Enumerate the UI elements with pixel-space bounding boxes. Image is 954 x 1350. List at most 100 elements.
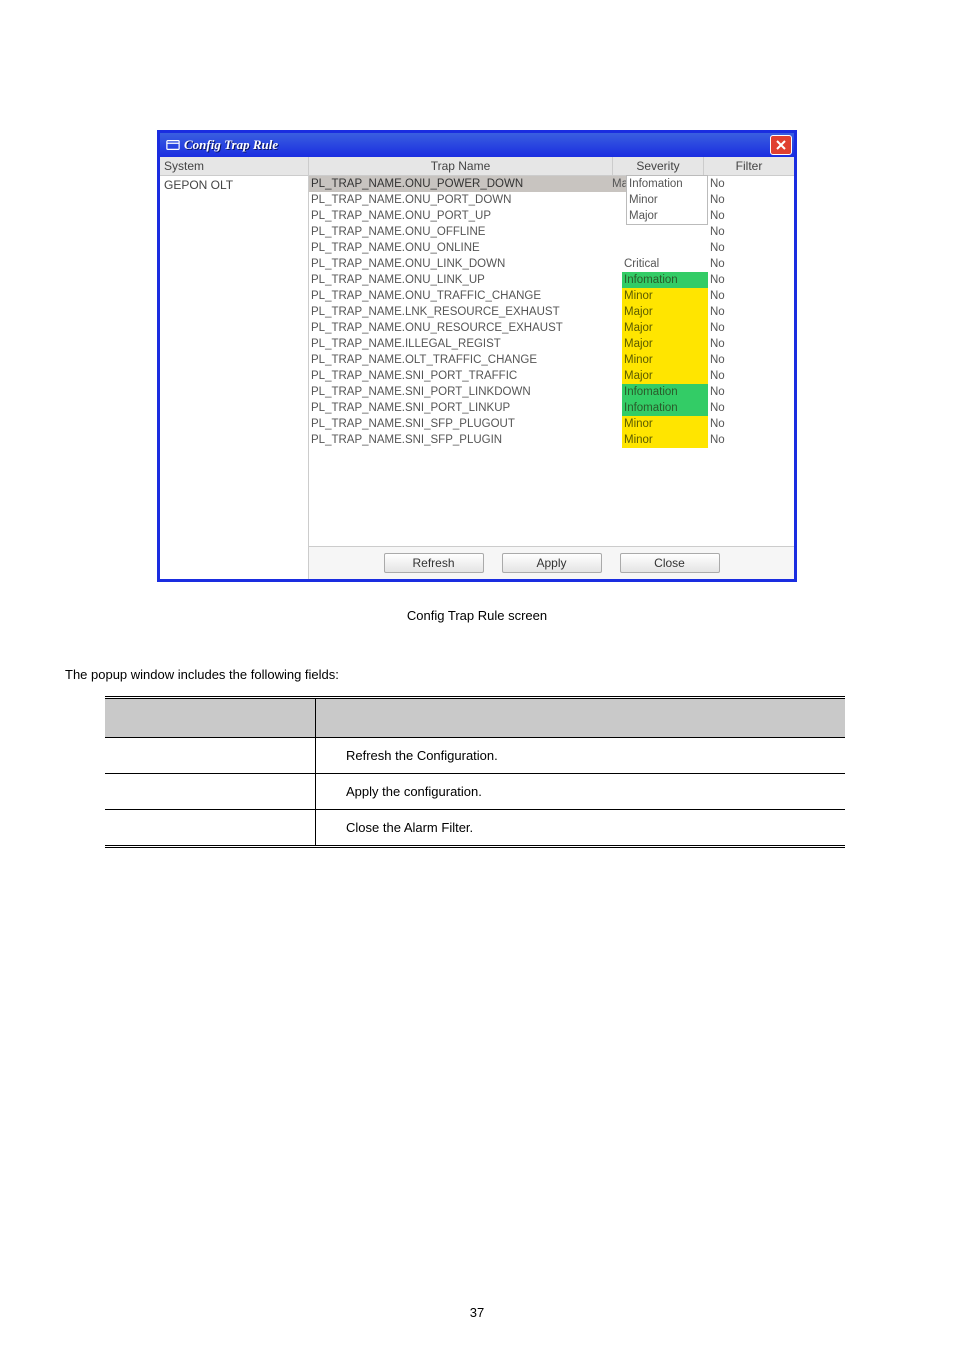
cell-severity: Minor <box>622 288 708 304</box>
cell-severity <box>622 240 708 256</box>
table-row[interactable]: PL_TRAP_NAME.ONU_RESOURCE_EXHAUSTMajorNo <box>309 320 794 336</box>
dialog-title: Config Trap Rule <box>184 137 278 153</box>
severity-callout[interactable]: InfomationMinorMajor <box>626 175 708 225</box>
titlebar[interactable]: Config Trap Rule <box>160 133 794 157</box>
apply-button[interactable]: Apply <box>502 553 602 573</box>
desc-description: Apply the configuration. <box>316 774 846 810</box>
cell-filter: No <box>708 304 794 320</box>
cell-filter: No <box>708 224 794 240</box>
cell-trap-name: PL_TRAP_NAME.ONU_ONLINE <box>309 240 622 256</box>
table-row[interactable]: PL_TRAP_NAME.ONU_PORT_UP No <box>309 208 794 224</box>
desc-row: Apply the configuration. <box>105 774 845 810</box>
cell-filter: No <box>708 288 794 304</box>
cell-filter: No <box>708 400 794 416</box>
cell-filter: No <box>708 384 794 400</box>
cell-trap-name: PL_TRAP_NAME.SNI_SFP_PLUGIN <box>309 432 622 448</box>
cell-trap-name: PL_TRAP_NAME.SNI_PORT_LINKDOWN <box>309 384 622 400</box>
cell-trap-name: PL_TRAP_NAME.ONU_LINK_UP <box>309 272 622 288</box>
desc-header-object <box>105 698 316 738</box>
table-header: Trap Name Severity Filter <box>309 157 794 176</box>
cell-filter: No <box>708 272 794 288</box>
figure-caption: Config Trap Rule screen <box>65 608 889 623</box>
cell-trap-name: PL_TRAP_NAME.ONU_OFFLINE <box>309 224 622 240</box>
cell-severity <box>622 224 708 240</box>
cell-severity: Major <box>622 336 708 352</box>
cell-filter: No <box>708 416 794 432</box>
cell-trap-name: PL_TRAP_NAME.ONU_LINK_DOWN <box>309 256 622 272</box>
table-row[interactable]: PL_TRAP_NAME.SNI_SFP_PLUGOUTMinorNo <box>309 416 794 432</box>
cell-filter: No <box>708 320 794 336</box>
cell-trap-name: PL_TRAP_NAME.LNK_RESOURCE_EXHAUST <box>309 304 622 320</box>
cell-trap-name: PL_TRAP_NAME.ONU_RESOURCE_EXHAUST <box>309 320 622 336</box>
cell-trap-name: PL_TRAP_NAME.ONU_PORT_UP <box>309 208 622 224</box>
desc-description: Refresh the Configuration. <box>316 738 846 774</box>
page-number: 37 <box>0 1305 954 1320</box>
close-button[interactable]: Close <box>620 553 720 573</box>
table-row[interactable]: PL_TRAP_NAME.ILLEGAL_REGISTMajorNo <box>309 336 794 352</box>
col-header-filter: Filter <box>703 157 794 175</box>
cell-severity: Minor <box>622 416 708 432</box>
table-row[interactable]: PL_TRAP_NAME.ONU_TRAFFIC_CHANGEMinorNo <box>309 288 794 304</box>
table-row[interactable]: PL_TRAP_NAME.OLT_TRAFFIC_CHANGEMinorNo <box>309 352 794 368</box>
cell-filter: No <box>708 256 794 272</box>
cell-trap-name: PL_TRAP_NAME.ILLEGAL_REGIST <box>309 336 622 352</box>
cell-severity: Major <box>622 304 708 320</box>
window-icon <box>166 138 180 152</box>
cell-severity: Minor <box>622 432 708 448</box>
severity-callout-item[interactable]: Infomation <box>627 176 707 192</box>
description-table: Refresh the Configuration.Apply the conf… <box>105 696 845 848</box>
table-row[interactable]: PL_TRAP_NAME.SNI_PORT_TRAFFICMajorNo <box>309 368 794 384</box>
cell-severity: Infomation <box>622 384 708 400</box>
table-row[interactable]: PL_TRAP_NAME.ONU_PORT_DOWN No <box>309 192 794 208</box>
cell-severity: Infomation <box>622 400 708 416</box>
cell-severity: Minor <box>622 352 708 368</box>
cell-filter: No <box>708 432 794 448</box>
desc-object <box>105 810 316 847</box>
config-trap-rule-dialog: Config Trap Rule System GEPON OLT Trap N… <box>157 130 797 582</box>
desc-row: Refresh the Configuration. <box>105 738 845 774</box>
table-row[interactable]: PL_TRAP_NAME.ONU_POWER_DOWNMajorNo <box>309 176 794 192</box>
table-row[interactable]: PL_TRAP_NAME.SNI_PORT_LINKUPInfomationNo <box>309 400 794 416</box>
cell-trap-name: PL_TRAP_NAME.SNI_PORT_TRAFFIC <box>309 368 622 384</box>
intro-text: The popup window includes the following … <box>65 667 889 682</box>
cell-filter: No <box>708 368 794 384</box>
table-row[interactable]: PL_TRAP_NAME.ONU_LINK_DOWNCriticalNo <box>309 256 794 272</box>
cell-trap-name: PL_TRAP_NAME.SNI_SFP_PLUGOUT <box>309 416 622 432</box>
refresh-button[interactable]: Refresh <box>384 553 484 573</box>
table-row[interactable]: PL_TRAP_NAME.SNI_PORT_LINKDOWNInfomation… <box>309 384 794 400</box>
cell-trap-name: PL_TRAP_NAME.ONU_PORT_DOWN <box>309 192 622 208</box>
cell-filter: No <box>708 352 794 368</box>
cell-filter: No <box>708 336 794 352</box>
desc-object <box>105 774 316 810</box>
desc-row: Close the Alarm Filter. <box>105 810 845 847</box>
cell-filter: No <box>708 208 794 224</box>
close-icon[interactable] <box>770 135 792 155</box>
table-row[interactable]: PL_TRAP_NAME.ONU_LINK_UPInfomationNo <box>309 272 794 288</box>
table-row[interactable]: PL_TRAP_NAME.SNI_SFP_PLUGINMinorNo <box>309 432 794 448</box>
cell-severity: Infomation <box>622 272 708 288</box>
cell-severity: Major <box>622 320 708 336</box>
cell-severity: Critical <box>622 256 708 272</box>
main-panel: Trap Name Severity Filter InfomationMino… <box>308 157 794 579</box>
table-row[interactable]: PL_TRAP_NAME.ONU_ONLINENo <box>309 240 794 256</box>
severity-callout-item[interactable]: Minor <box>627 192 707 208</box>
table-rows: InfomationMinorMajor PL_TRAP_NAME.ONU_PO… <box>309 176 794 546</box>
sidebar-item[interactable]: GEPON OLT <box>160 176 308 194</box>
desc-description: Close the Alarm Filter. <box>316 810 846 847</box>
table-row[interactable]: PL_TRAP_NAME.ONU_OFFLINE No <box>309 224 794 240</box>
cell-filter: No <box>708 192 794 208</box>
severity-callout-item[interactable]: Major <box>627 208 707 224</box>
sidebar-header: System <box>160 157 308 176</box>
cell-trap-name: PL_TRAP_NAME.SNI_PORT_LINKUP <box>309 400 622 416</box>
button-bar: Refresh Apply Close <box>309 546 794 579</box>
table-row[interactable]: PL_TRAP_NAME.LNK_RESOURCE_EXHAUSTMajorNo <box>309 304 794 320</box>
col-header-trap: Trap Name <box>309 157 612 175</box>
cell-trap-name: PL_TRAP_NAME.ONU_POWER_DOWN <box>309 176 610 192</box>
cell-trap-name: PL_TRAP_NAME.OLT_TRAFFIC_CHANGE <box>309 352 622 368</box>
desc-header-description <box>316 698 846 738</box>
cell-severity: Major <box>622 368 708 384</box>
cell-filter: No <box>708 176 794 192</box>
desc-object <box>105 738 316 774</box>
sidebar: System GEPON OLT <box>160 157 308 579</box>
col-header-severity: Severity <box>612 157 703 175</box>
